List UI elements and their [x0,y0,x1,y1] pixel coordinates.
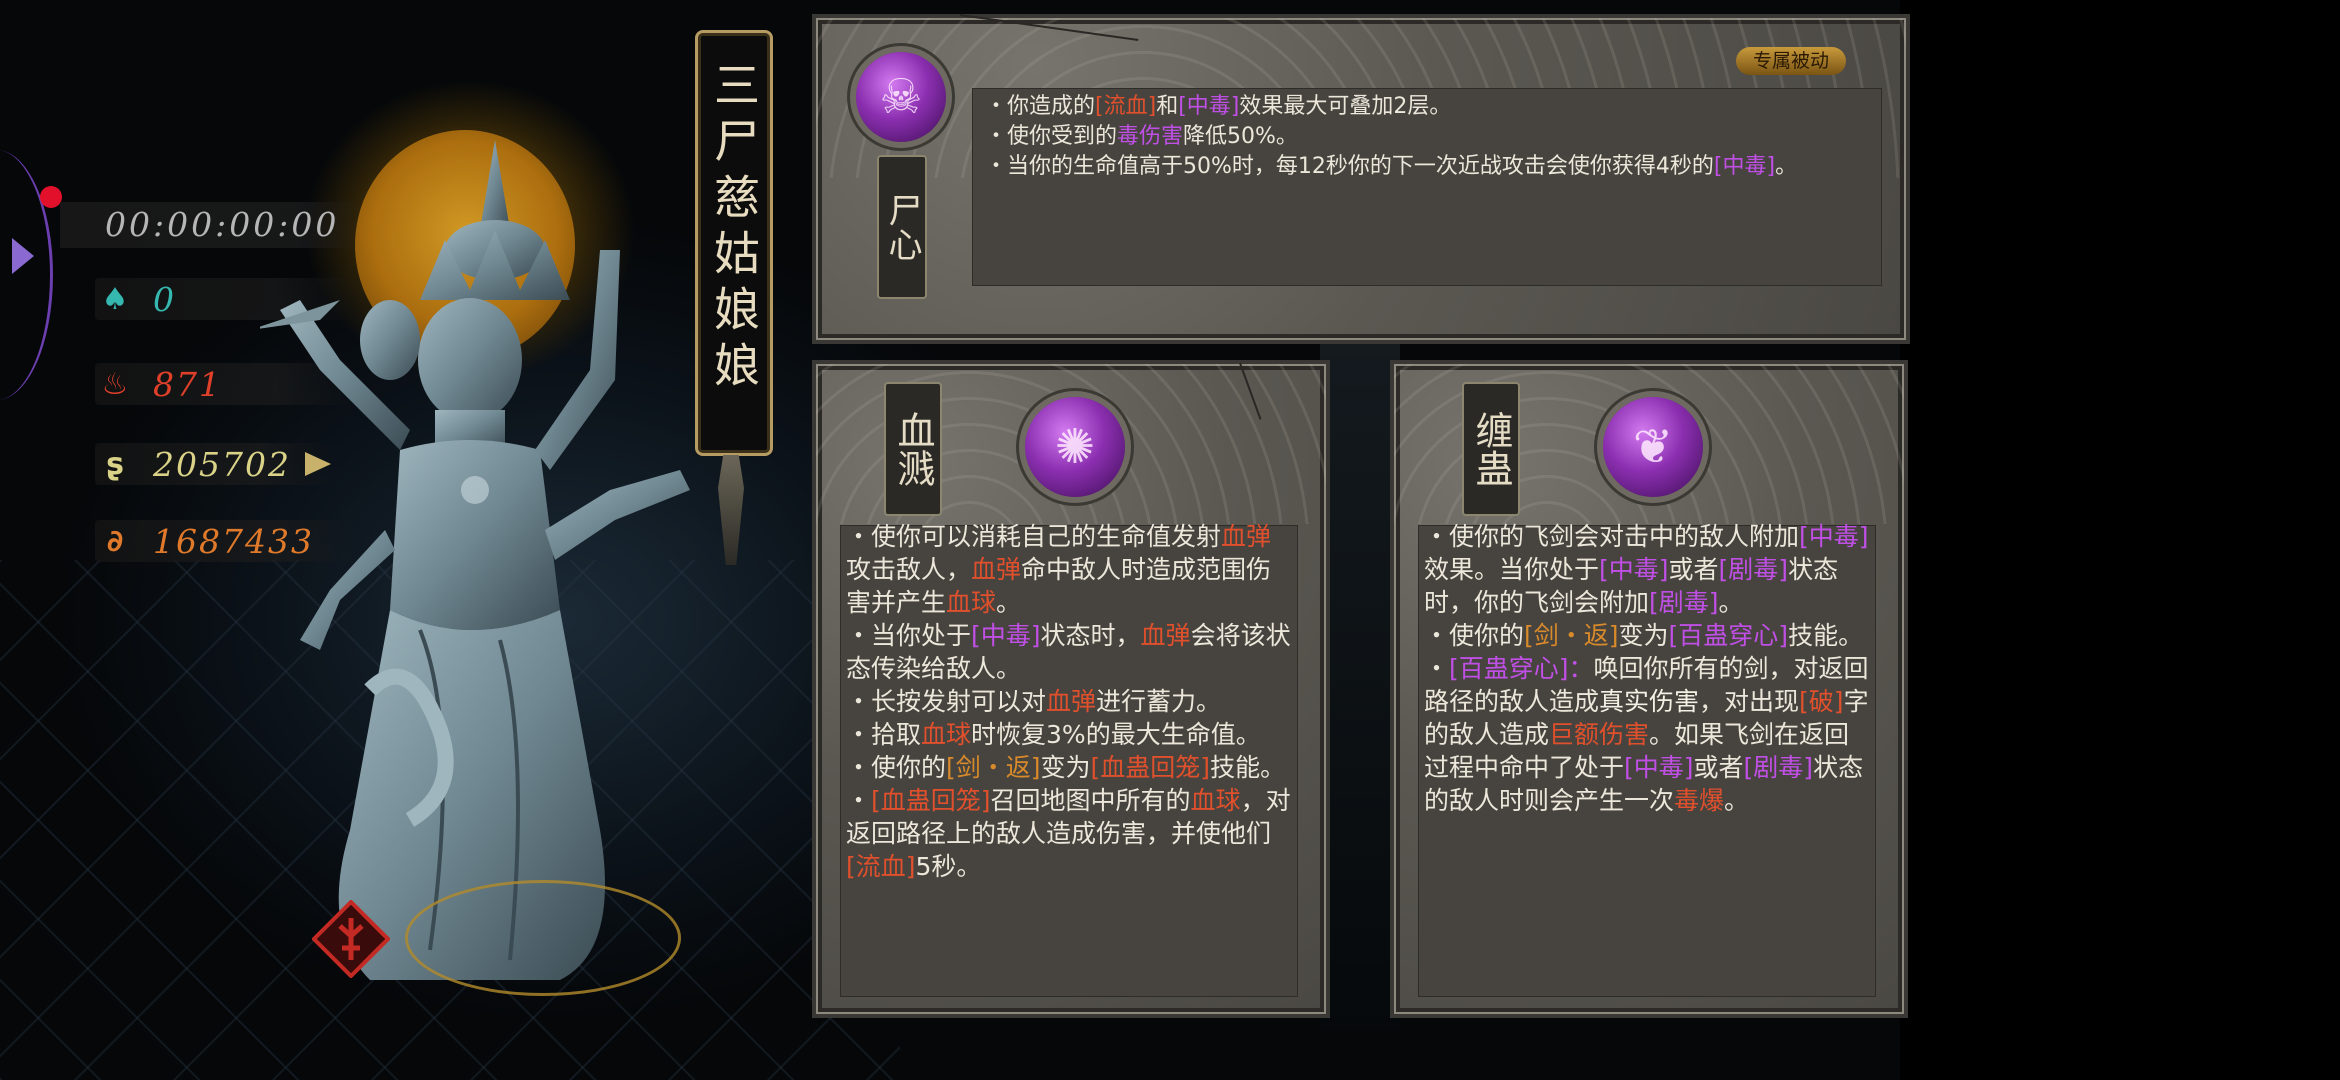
keyword-highlight: [剧毒] [1743,753,1814,782]
description-text: ，对出现 [1699,687,1800,716]
description-text: 5秒。 [915,852,982,881]
keyword-highlight: [破] [1799,687,1844,716]
description-text: 进行蓄力。 [1096,687,1222,716]
description-paragraph: ・使你的飞剑会对击中的敌人附加[中毒]效果。当你处于[中毒]或者[剧毒]状态时，… [1424,520,1869,619]
keyword-highlight: 血球 [946,588,997,617]
description-text: 状态时， [1040,621,1141,650]
description-paragraph: ・拾取血球时恢复3%的最大生命值。 [846,718,1291,751]
keyword-highlight: [剧毒] [1718,555,1789,584]
keyword-highlight: 毒伤害 [1117,124,1184,149]
side-menu-arrow-icon[interactable] [12,238,34,274]
description-text: 效果最大可叠加2层。 [1239,94,1452,119]
description-paragraph: ・当你的生命值高于50%时，每12秒你的下一次近战攻击会使你获得4秒的[中毒]。 [985,152,1875,182]
description-text: 。 [1775,154,1798,179]
description-text: ・拾取 [846,720,922,749]
keyword-highlight: 毒爆 [1674,786,1725,815]
passive-name-label: 尸心 [877,155,927,299]
keyword-highlight: 血弹 [1046,687,1097,716]
entangling-gu-description: ・使你的飞剑会对击中的敌人附加[中毒]效果。当你处于[中毒]或者[剧毒]状态时，… [1424,520,1869,817]
keyword-highlight: [中毒] [1178,94,1240,119]
description-paragraph: ・使你的[剑・返]变为[百蛊穿心]技能。 [1424,619,1869,652]
scene-gap [1320,330,1400,1030]
skull-passive-icon[interactable]: ☠ [856,52,946,142]
stat-soul-value: 0 [153,279,176,319]
entangling-gu-name: 缠蛊 [1462,382,1520,516]
description-text: 技能。 [1788,621,1864,650]
description-text: ・使你可以消耗自己的生命值发射 [846,522,1222,551]
description-text: 。 [1718,588,1744,617]
keyword-highlight: 血弹 [1140,621,1191,650]
description-paragraph: ・使你可以消耗自己的生命值发射血弹攻击敌人，血弹命中敌人时造成范围伤害并产生血球… [846,520,1291,619]
exclusive-passive-tag: 专属被动 [1736,47,1846,75]
description-text: 变为 [1618,621,1669,650]
description-text: 召回地图中所有的 [990,786,1191,815]
description-paragraph: ・[血蛊回笼]召回地图中所有的血球，对返回路径上的敌人造成伤害，并使他们[流血]… [846,784,1291,883]
description-text: ・长按发射可以对 [846,687,1047,716]
goddess-title: 三尸慈姑娘娘 [707,61,761,397]
three-corpse-goddess-statue [260,140,690,980]
description-text: ・当你处于 [846,621,972,650]
description-text: ・使你的飞剑会对击中的敌人附加 [1424,522,1800,551]
deity-emblem-icon[interactable] [312,900,390,978]
keyword-highlight: 血弹 [971,555,1022,584]
description-text: ・使你受到的 [985,124,1118,149]
description-text: ・当你的生命值高于50%时，每12秒你的下一次近战攻击会使你获得4秒的 [985,154,1714,179]
keyword-highlight: 血球 [1190,786,1241,815]
stat-fire-value: 871 [153,364,222,404]
blood-splash-description: ・使你可以消耗自己的生命值发射血弹攻击敌人，血弹命中敌人时造成范围伤害并产生血球… [846,520,1291,883]
description-text: 时恢复3%的最大生命值。 [971,720,1261,749]
soul-flame-icon: ♠ [101,281,129,317]
description-text: 和 [1156,94,1179,119]
statue-base-ring [405,880,681,996]
description-text: 攻击敌人， [846,555,972,584]
description-paragraph: ・使你的[剑・返]变为[血蛊回笼]技能。 [846,751,1291,784]
keyword-highlight: [中毒] [1599,555,1669,584]
description-text: 。 [996,588,1022,617]
description-text: ・使你的 [846,753,947,782]
keyword-highlight: 巨额伤害 [1549,720,1650,749]
blood-splash-skill-icon[interactable]: ✺ [1025,397,1125,497]
keyword-highlight: [中毒] [1624,753,1694,782]
keyword-highlight: [流血] [1095,94,1157,119]
description-text: 效果。当你处于 [1424,555,1600,584]
keyword-highlight: [中毒] [1799,522,1869,551]
goddess-title-banner: 三尸慈姑娘娘 [695,30,773,456]
description-text: 变为 [1040,753,1091,782]
keyword-highlight: 血球 [921,720,972,749]
description-text: ・ [846,786,872,815]
description-paragraph: ・当你处于[中毒]状态时，血弹会将该状态传染给敌人。 [846,619,1291,685]
description-paragraph: ・[百蛊穿心]：唤回你所有的剑，对返回路径的敌人造成真实伤害，对出现[破]字的敌… [1424,652,1869,817]
exclusive-passive-description: ・你造成的[流血]和[中毒]效果最大可叠加2层。 ・使你受到的毒伤害降低50%。・… [985,92,1875,182]
keyword-highlight: [剑・返] [946,753,1041,782]
description-text: ・ [1424,654,1450,683]
description-paragraph: ・你造成的[流血]和[中毒]效果最大可叠加2层。 [985,92,1875,122]
keyword-highlight: [血蛊回笼] [1090,753,1211,782]
keyword-highlight: [剑・返] [1524,621,1619,650]
description-text: 或者 [1668,555,1719,584]
keyword-highlight: 血弹 [1221,522,1272,551]
fire-icon: ♨ [101,366,129,402]
keyword-highlight: [流血] [846,852,916,881]
description-text: 。 [1724,786,1750,815]
keyword-highlight: [剧毒] [1649,588,1719,617]
description-paragraph: ・长按发射可以对血弹进行蓄力。 [846,685,1291,718]
right-black-area [1900,0,2340,1080]
spiral-coin-icon: ʂ [106,446,124,482]
blood-splash-name: 血溅 [884,382,942,516]
description-text: 降低50%。 [1183,124,1298,149]
description-text: ・你造成的 [985,94,1096,119]
record-indicator-icon [40,186,62,208]
keyword-highlight: [血蛊回笼] [871,786,991,815]
description-text: ・使你的 [1424,621,1525,650]
orange-swirl-icon: ∂ [106,523,124,559]
keyword-highlight: [中毒] [971,621,1041,650]
keyword-highlight: [百蛊穿心] [1668,621,1789,650]
entangling-gu-skill-icon[interactable]: ❦ [1603,397,1703,497]
keyword-highlight: [百蛊穿心]： [1449,654,1594,683]
keyword-highlight: [中毒] [1713,154,1776,179]
description-text: 或者 [1693,753,1744,782]
description-paragraph: ・使你受到的毒伤害降低50%。 [985,122,1875,152]
keyword-highlight: 真实伤害 [1599,687,1700,716]
description-text: 技能。 [1210,753,1286,782]
